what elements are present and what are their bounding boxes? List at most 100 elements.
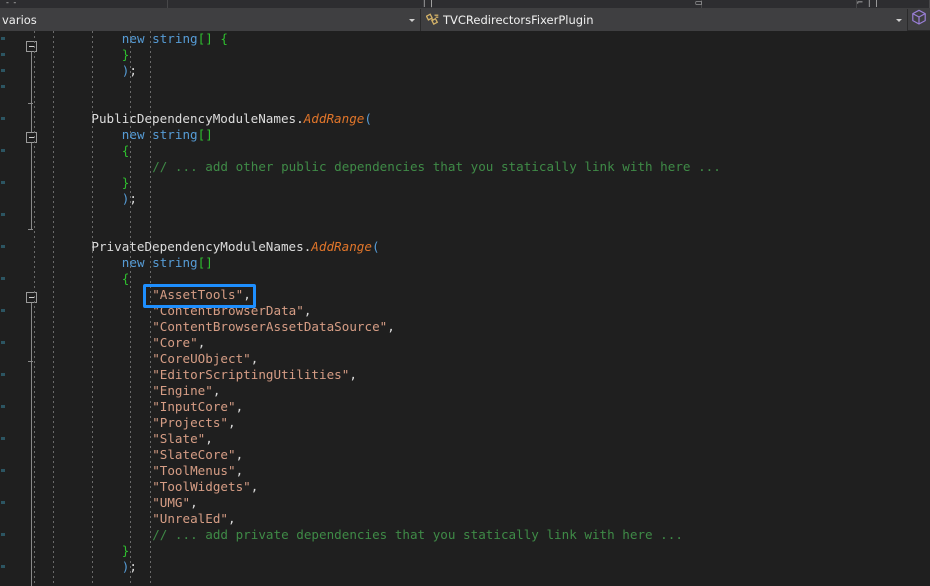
code-line[interactable]	[0, 79, 61, 95]
navigation-bar: varios TVCRedirectorsFixerPlugin	[0, 9, 930, 31]
code-line[interactable]: PublicDependencyModuleNames.AddRange(	[0, 111, 372, 127]
code-token: }	[121, 175, 130, 190]
project-dropdown[interactable]: varios	[0, 9, 421, 31]
code-line[interactable]: }	[0, 175, 130, 191]
code-token: ,	[228, 511, 236, 526]
code-token: // ... add other public dependencies tha…	[152, 159, 721, 174]
code-line[interactable]: // ... add other public dependencies tha…	[0, 159, 721, 175]
code-token: "Engine"	[152, 383, 213, 398]
code-line[interactable]: "ContentBrowserData",	[0, 303, 311, 319]
vs-code-editor-window: - - | | ▭ ⌐ | | varios TVCRedirectorsFixe	[0, 0, 930, 586]
code-line[interactable]: PrivateDependencyModuleNames.AddRange(	[0, 239, 380, 255]
code-token: ,	[303, 303, 312, 318]
cube-icon[interactable]	[911, 9, 927, 30]
code-line[interactable]: "CoreUObject",	[0, 351, 258, 367]
toolbar-glyph: ⌐ | |	[856, 0, 879, 7]
code-token: ,	[387, 319, 395, 334]
code-token: (	[364, 111, 372, 126]
chevron-down-icon[interactable]	[891, 9, 907, 31]
code-token: string	[152, 255, 198, 270]
code-line[interactable]: "UMG",	[0, 495, 198, 511]
code-token: (	[371, 239, 380, 254]
code-token: "AssetTools"	[152, 287, 244, 302]
code-token: }	[121, 47, 130, 62]
code-token: ;	[129, 63, 137, 78]
code-token: AddRange	[303, 111, 365, 126]
code-token: {	[121, 271, 130, 286]
code-line[interactable]: // ... add private dependencies that you…	[0, 527, 683, 543]
code-token: ,	[235, 447, 244, 462]
code-token: .	[296, 111, 304, 126]
code-line[interactable]	[0, 95, 61, 111]
code-token: new	[121, 31, 153, 46]
code-token: ,	[349, 367, 357, 382]
toolbar-segment[interactable]	[702, 0, 857, 8]
code-token: {	[121, 143, 130, 158]
code-token: "ToolMenus"	[152, 463, 236, 478]
code-token: {	[212, 31, 228, 46]
toolbar-segment[interactable]: | |	[168, 0, 433, 8]
code-token: ,	[250, 351, 259, 366]
code-token: new	[121, 255, 153, 270]
code-line[interactable]: "Engine",	[0, 383, 220, 399]
code-line[interactable]: "Slate",	[0, 431, 213, 447]
code-token: string	[152, 31, 198, 46]
code-line[interactable]: "ToolMenus",	[0, 463, 243, 479]
toolbar-segment[interactable]: - -	[0, 0, 168, 8]
code-token: []	[197, 255, 213, 270]
code-line[interactable]: }	[0, 47, 130, 63]
code-line[interactable]	[0, 223, 61, 239]
code-token: ,	[250, 479, 259, 494]
member-dropdown-value: TVCRedirectorsFixerPlugin	[443, 13, 594, 27]
code-line[interactable]: "Core",	[0, 335, 205, 351]
code-line[interactable]: "AssetTools",	[0, 287, 251, 303]
code-line[interactable]: );	[0, 559, 137, 575]
cube-icon-container[interactable]	[908, 9, 930, 30]
code-token: ,	[235, 463, 244, 478]
code-token: ,	[190, 495, 198, 510]
code-text-area[interactable]: new string[] {}); PublicDependencyModuleN…	[0, 31, 930, 586]
project-dropdown-value: varios	[2, 13, 37, 27]
code-token: new	[121, 127, 153, 142]
code-token: ;	[129, 559, 137, 574]
code-token: "UnrealEd"	[152, 511, 229, 526]
toolbar-strip: - - | | ▭ ⌐ | |	[0, 0, 930, 9]
code-token: "EditorScriptingUtilities"	[152, 367, 350, 382]
code-token: "CoreUObject"	[152, 351, 251, 366]
code-line[interactable]: "SlateCore",	[0, 447, 243, 463]
code-line[interactable]: "ContentBrowserAssetDataSource",	[0, 319, 395, 335]
code-token: ,	[205, 431, 213, 446]
member-dropdown[interactable]: TVCRedirectorsFixerPlugin	[421, 9, 908, 31]
code-line[interactable]: );	[0, 191, 137, 207]
code-token: PublicDependencyModuleNames	[91, 111, 297, 126]
toolbar-segment[interactable]: ⌐ | |	[857, 0, 930, 8]
code-token: PrivateDependencyModuleNames	[91, 239, 304, 254]
method-icon	[425, 12, 441, 28]
code-line[interactable]	[0, 207, 61, 223]
code-line[interactable]: "InputCore",	[0, 399, 243, 415]
code-token: "UMG"	[152, 495, 191, 510]
code-token: AddRange	[311, 239, 372, 254]
code-line[interactable]: );	[0, 63, 137, 79]
code-token: string	[152, 127, 198, 142]
code-line[interactable]: "Projects",	[0, 415, 236, 431]
code-token: }	[121, 543, 130, 558]
code-line[interactable]: {	[0, 143, 130, 159]
chevron-down-icon[interactable]	[404, 9, 420, 31]
code-token: ;	[129, 191, 137, 206]
code-token: // ... add private dependencies that you…	[152, 527, 683, 542]
code-line[interactable]: "UnrealEd",	[0, 511, 236, 527]
code-token: []	[197, 31, 213, 46]
code-line[interactable]: }	[0, 543, 130, 559]
code-token: ,	[228, 415, 236, 430]
code-editor[interactable]: new string[] {}); PublicDependencyModuleN…	[0, 31, 930, 586]
code-line[interactable]: "ToolWidgets",	[0, 479, 258, 495]
code-line[interactable]: new string[]	[0, 255, 213, 271]
code-line[interactable]: "EditorScriptingUtilities",	[0, 367, 357, 383]
code-line[interactable]: new string[] {	[0, 31, 228, 47]
code-line[interactable]: {	[0, 271, 130, 287]
code-token: "Slate"	[152, 431, 206, 446]
code-token: "ToolWidgets"	[152, 479, 251, 494]
toolbar-segment[interactable]: ▭	[432, 0, 703, 8]
code-line[interactable]: new string[]	[0, 127, 213, 143]
